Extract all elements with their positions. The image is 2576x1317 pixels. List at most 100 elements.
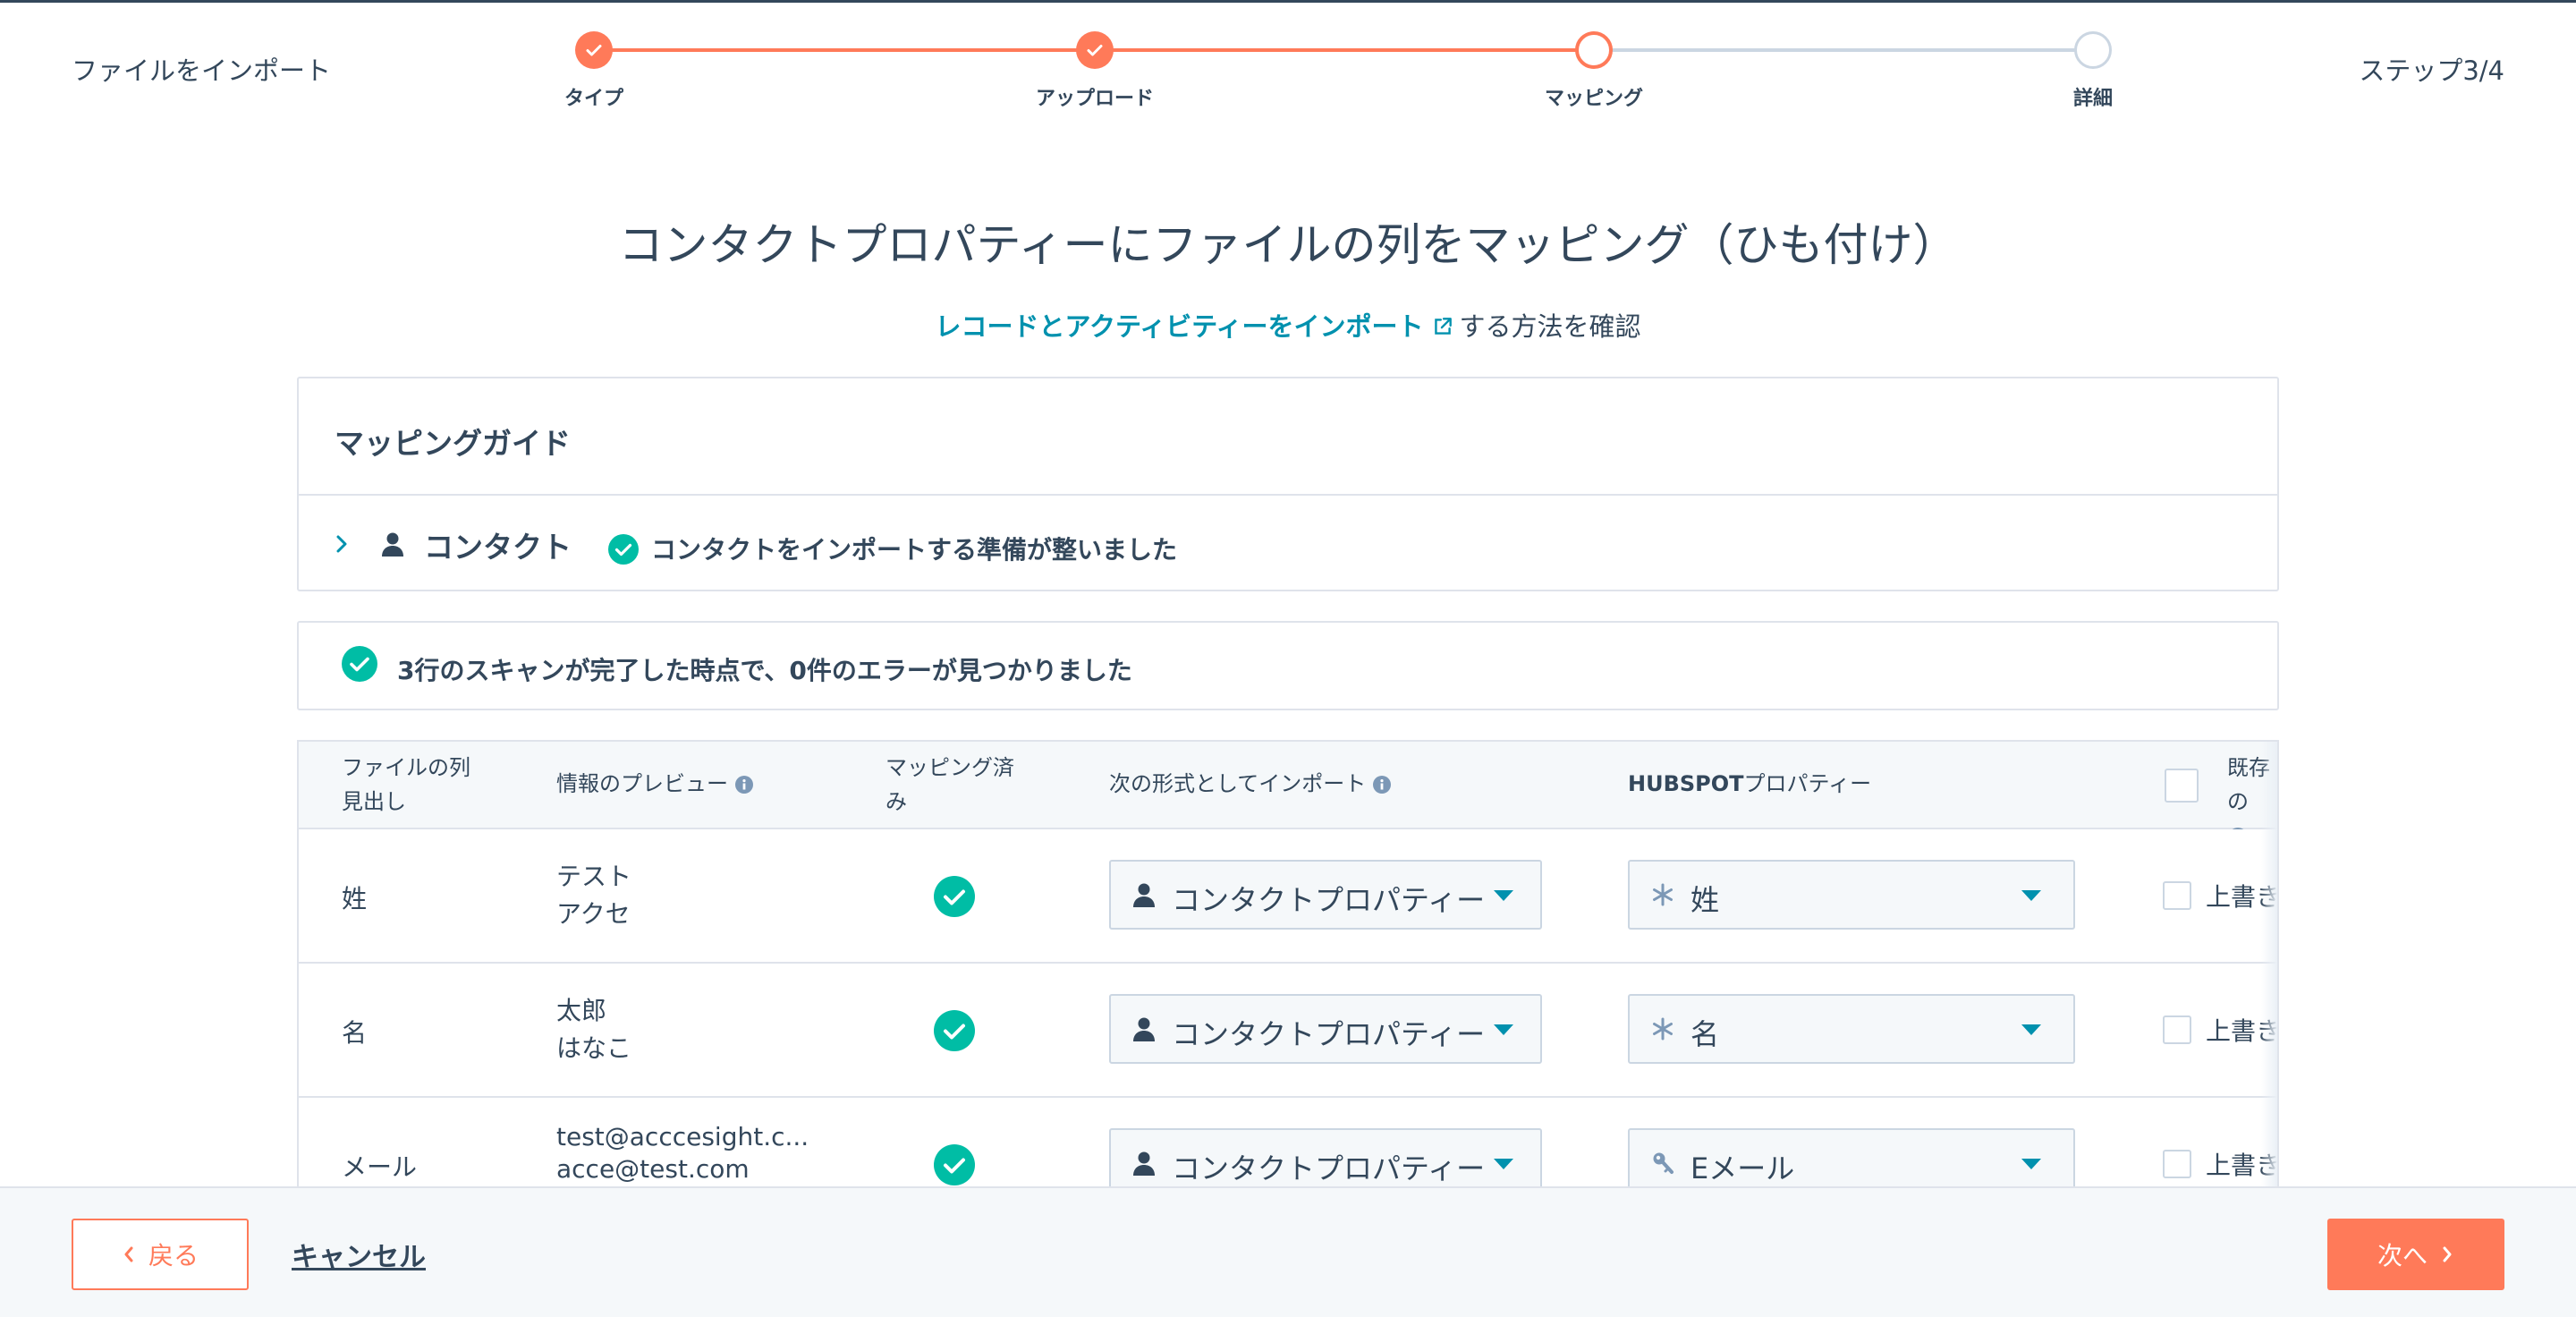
caret-down-icon xyxy=(1494,890,1513,901)
contact-person-icon xyxy=(1133,883,1155,907)
hubspot-property-dropdown[interactable]: 名 xyxy=(1628,994,2075,1064)
chevron-right-icon[interactable] xyxy=(331,531,352,557)
header-preview: 情報のプレビュー xyxy=(556,767,753,801)
guide-object-label[interactable]: コンタクト xyxy=(424,523,572,566)
column-heading: 名 xyxy=(342,1018,368,1048)
guide-status: コンタクトをインポートする準備が整いました xyxy=(651,535,1178,565)
success-check-icon xyxy=(342,646,377,682)
horizontal-scroll-fade xyxy=(2261,742,2277,1205)
key-icon xyxy=(1653,1152,1674,1174)
column-heading: 姓 xyxy=(342,884,368,913)
step-mapping-dot xyxy=(1575,31,1613,69)
property-value: 姓 xyxy=(1690,883,1720,917)
preview-value: 太郎 xyxy=(556,996,607,1025)
step-details-dot xyxy=(2074,31,2112,69)
header-import-as: 次の形式としてインポート xyxy=(1109,767,1392,801)
mapping-table: ファイルの列 見出し 情報のプレビュー マッピング済 み 次の形式としてインポー… xyxy=(297,740,2279,1205)
scan-message: 3行のスキャンが完了した時点で、0件のエラーが見つかりました xyxy=(397,656,1132,685)
info-preview: 太郎 はなこ xyxy=(556,992,631,1067)
preview-value: テスト xyxy=(556,862,632,891)
mapping-guide-title: マッピングガイド xyxy=(335,426,571,461)
preview-value: acce@test.com xyxy=(556,1154,750,1184)
caret-down-icon xyxy=(2021,1024,2041,1035)
import-as-dropdown[interactable]: コンタクトプロパティー xyxy=(1109,860,1542,930)
step-label-mapping: マッピング xyxy=(1544,88,1644,110)
header-column-line2: 見出し xyxy=(342,789,406,814)
back-button[interactable]: 戻る xyxy=(72,1219,249,1290)
import-title: ファイルをインポート xyxy=(72,55,332,86)
hubspot-property-dropdown[interactable]: 姓 xyxy=(1628,860,2075,930)
stepper-track-2 xyxy=(1095,48,1594,52)
mapped-check-icon xyxy=(934,876,975,917)
success-check-icon xyxy=(608,534,639,565)
check-icon xyxy=(586,45,602,56)
header-preview-label: 情報のプレビュー xyxy=(556,771,728,796)
import-as-value: コンタクトプロパティー xyxy=(1172,1017,1486,1051)
caret-down-icon xyxy=(2021,890,2041,901)
step-upload-dot xyxy=(1076,31,1114,69)
step-type-dot xyxy=(575,31,613,69)
help-suffix: する方法を確認 xyxy=(1459,311,1641,342)
info-icon[interactable] xyxy=(1373,776,1392,794)
header-import-as-label: 次の形式としてインポート xyxy=(1109,771,1367,796)
property-value: 名 xyxy=(1690,1017,1720,1051)
step-label-type: タイプ xyxy=(564,88,624,110)
asterisk-icon xyxy=(1653,883,1673,906)
preview-value: アクセ xyxy=(556,899,631,929)
help-line: レコードとアクティビティーをインポート する方法を確認 xyxy=(0,306,2576,344)
header-property-bold: HUBSPOT xyxy=(1628,771,1744,796)
table-row: 姓 テスト アクセ コンタクトプロパティー 姓 上書き xyxy=(299,829,2277,964)
mapped-check-icon xyxy=(934,1010,975,1051)
preview-value: test@acccesight.c... xyxy=(556,1122,809,1151)
header-hubspot-property: HUBSPOTプロパティー xyxy=(1628,767,1871,801)
step-label-upload: アップロード xyxy=(1035,88,1155,110)
header-column: ファイルの列 見出し xyxy=(342,751,470,819)
chevron-right-icon xyxy=(2443,1246,2452,1262)
scan-result-panel: 3行のスキャンが完了した時点で、0件のエラーが見つかりました xyxy=(297,621,2279,710)
header-mapped: マッピング済 み xyxy=(886,751,1014,819)
info-icon[interactable] xyxy=(735,776,753,794)
contact-person-icon xyxy=(1133,1017,1155,1041)
header-column-line1: ファイルの列 xyxy=(342,755,470,780)
cancel-button[interactable]: キャンセル xyxy=(292,1235,426,1274)
divider xyxy=(299,494,2277,496)
top-border xyxy=(0,0,2576,3)
property-value: Eメール xyxy=(1690,1151,1795,1185)
stepper-track-3 xyxy=(1594,48,2093,52)
header-property-rest: プロパティー xyxy=(1743,771,1872,796)
stepper-track-1 xyxy=(594,48,1095,52)
page-title: コンタクトプロパティーにファイルの列をマッピング（ひも付け） xyxy=(618,219,1958,271)
header-mapped-line2: み xyxy=(886,789,907,814)
import-as-value: コンタクトプロパティー xyxy=(1172,1151,1486,1185)
next-button[interactable]: 次へ xyxy=(2327,1219,2504,1290)
back-label: 戻る xyxy=(148,1241,199,1270)
mapping-guide-panel: マッピングガイド コンタクト コンタクトをインポートする準備が整いました xyxy=(297,377,2279,591)
info-preview: test@acccesight.c... acce@test.com xyxy=(556,1121,809,1185)
preview-value: はなこ xyxy=(556,1033,632,1063)
select-all-overwrite-checkbox[interactable] xyxy=(2165,769,2199,803)
step-counter: ステップ3/4 xyxy=(2359,55,2504,86)
overwrite-checkbox[interactable] xyxy=(2163,1015,2191,1044)
import-as-value: コンタクトプロパティー xyxy=(1172,883,1486,917)
header-mapped-line1: マッピング済 xyxy=(886,755,1014,780)
step-label-details: 詳細 xyxy=(2072,88,2114,110)
external-link-icon[interactable] xyxy=(1431,315,1454,338)
contact-person-icon xyxy=(1133,1151,1155,1176)
caret-down-icon xyxy=(1494,1024,1513,1035)
overwrite-checkbox[interactable] xyxy=(2163,881,2191,910)
next-label: 次へ xyxy=(2377,1241,2428,1270)
import-as-dropdown[interactable]: コンタクトプロパティー xyxy=(1109,994,1542,1064)
check-icon xyxy=(1087,45,1103,56)
contact-person-icon xyxy=(382,532,403,557)
help-link[interactable]: レコードとアクティビティーをインポート xyxy=(935,311,1423,342)
caret-down-icon xyxy=(2021,1159,2041,1169)
caret-down-icon xyxy=(1494,1159,1513,1169)
footer-bar: 戻る キャンセル 次へ xyxy=(0,1186,2576,1317)
table-row: 名 太郎 はなこ コンタクトプロパティー 名 上書き xyxy=(299,964,2277,1098)
overwrite-checkbox[interactable] xyxy=(2163,1150,2191,1178)
column-heading: メール xyxy=(342,1152,418,1182)
table-header: ファイルの列 見出し 情報のプレビュー マッピング済 み 次の形式としてインポー… xyxy=(299,742,2277,845)
chevron-left-icon xyxy=(124,1246,133,1262)
info-preview: テスト アクセ xyxy=(556,858,631,933)
mapped-check-icon xyxy=(934,1144,975,1185)
